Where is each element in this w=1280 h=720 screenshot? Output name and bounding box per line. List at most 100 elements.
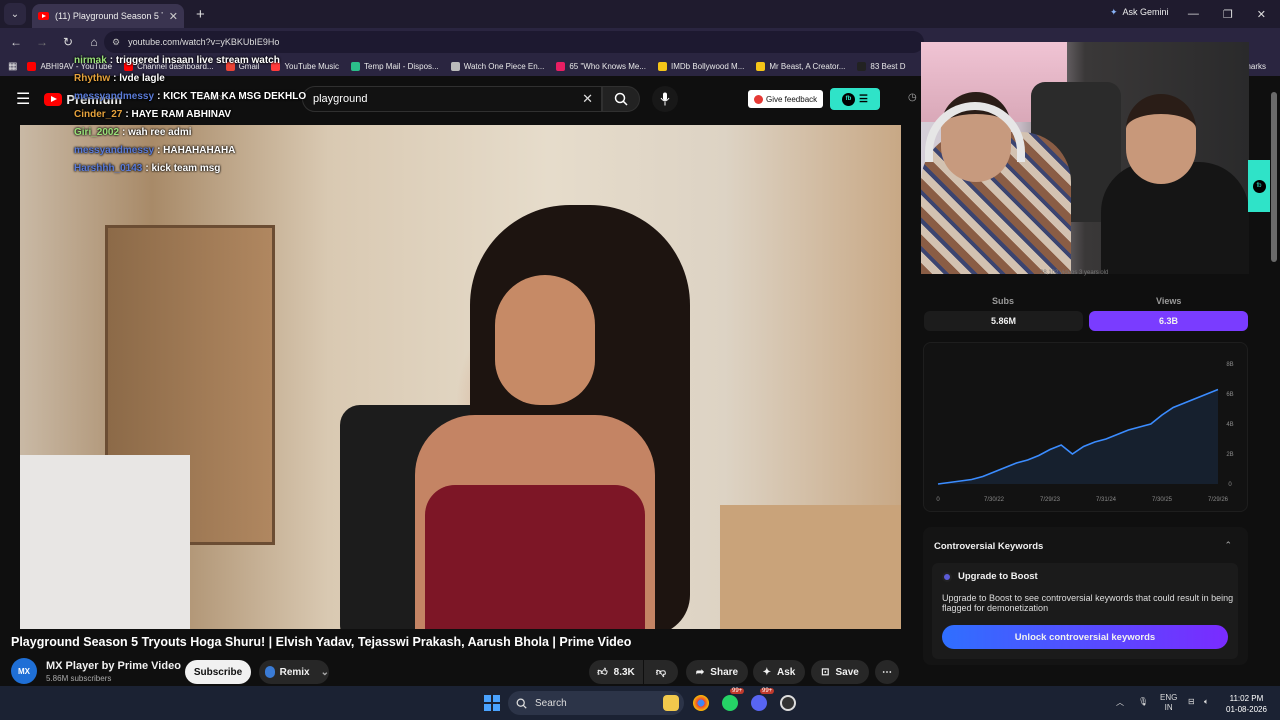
bookmark-favicon-icon	[658, 61, 667, 71]
chat-message: messyandmessy: KICK TEAM KA MSG DEKHLO	[74, 88, 306, 106]
subs-label: Subs	[992, 296, 1015, 306]
chat-message: Rhythw: lvde lagle	[74, 70, 306, 88]
subscribe-button[interactable]: Subscribe	[185, 660, 251, 684]
vidiq-logo-icon: fb	[1252, 179, 1266, 193]
bookmark-item[interactable]: Mr Beast, A Creator...	[756, 61, 846, 71]
forward-button[interactable]: →	[30, 35, 54, 49]
bookmark-item[interactable]: 65 "Who Knows Me...	[556, 61, 646, 71]
search-input[interactable]: playground ✕	[302, 86, 602, 112]
bookmark-item[interactable]: Temp Mail - Dispos...	[351, 61, 439, 71]
chevron-up-icon[interactable]: ⌃	[1224, 540, 1232, 551]
more-actions-button[interactable]: ⋯	[875, 660, 899, 684]
give-feedback-button[interactable]: Give feedback	[748, 90, 824, 108]
bookmark-favicon-icon	[351, 61, 361, 71]
minimize-button[interactable]: —	[1188, 8, 1199, 20]
video-title: Playground Season 5 Tryouts Hoga Shuru! …	[11, 635, 632, 649]
maximize-button[interactable]: ❐	[1223, 8, 1233, 21]
browser-tab[interactable]: (11) Playground Season 5 Tryou ✕	[32, 4, 184, 28]
vidiq-toolbar-button[interactable]: fb ☰	[830, 88, 880, 110]
site-info-icon[interactable]: ⚙	[112, 37, 120, 48]
tab-search-button[interactable]: ⌄	[4, 3, 26, 25]
tab-title: (11) Playground Season 5 Tryou	[55, 11, 163, 21]
ask-label: Ask	[777, 666, 796, 678]
whatsapp-icon[interactable]	[722, 695, 738, 711]
chat-text: : lvde lagle	[113, 73, 165, 84]
remix-button[interactable]: Remix ⌄	[259, 660, 329, 684]
bookmark-item[interactable]: IMDb Bollywood M...	[658, 61, 744, 71]
new-tab-button[interactable]: +	[196, 6, 205, 23]
file-explorer-icon[interactable]	[663, 695, 679, 711]
apps-grid-icon[interactable]: ▦	[8, 61, 17, 72]
search-icon	[516, 698, 527, 709]
network-icon[interactable]: ⊟	[1188, 697, 1195, 706]
share-label: Share	[710, 666, 739, 678]
video-player[interactable]	[20, 125, 901, 629]
clear-search-icon[interactable]: ✕	[582, 91, 593, 107]
page-scrollbar[interactable]	[1270, 80, 1278, 680]
volume-icon[interactable]: 🔈︎	[1204, 697, 1209, 707]
y-tick-label: 6B	[1226, 392, 1233, 398]
thumbs-down-icon: 👎︎	[655, 667, 667, 678]
chevron-down-icon: ⌄	[320, 666, 329, 678]
discord-icon[interactable]	[751, 695, 767, 711]
x-tick-label: 7/29/23	[1040, 497, 1061, 503]
microphone-tray-icon[interactable]: 🎙︎	[1138, 697, 1148, 706]
like-button[interactable]: 👍︎ 8.3K	[589, 660, 643, 684]
channel-meta-caption: 28,102 videos 3 years old	[1040, 270, 1109, 276]
chat-username: Giri_2002	[74, 127, 120, 138]
chat-message: Harshhh_0143: kick team msg	[74, 160, 306, 178]
chrome-icon[interactable]	[693, 695, 709, 711]
video-scene-bed	[20, 455, 190, 629]
bookmark-item[interactable]: 83 Best D	[857, 61, 906, 71]
video-scene-desk	[720, 505, 901, 629]
whatsapp-badge: 99+	[730, 688, 745, 694]
voice-search-button[interactable]	[652, 86, 678, 112]
close-tab-icon[interactable]: ✕	[169, 10, 178, 23]
bookmark-label: Mr Beast, A Creator...	[769, 61, 846, 71]
vidiq-side-button[interactable]: fb	[1248, 160, 1270, 212]
address-bar[interactable]: ⚙ youtube.com/watch?v=yKBKUbIE9Ho	[104, 31, 924, 53]
x-tick-label: 7/31/24	[1096, 497, 1117, 503]
share-button[interactable]: ➦ Share	[686, 660, 748, 684]
channel-name[interactable]: MX Player by Prime Video	[46, 660, 181, 672]
webcam-overlay	[921, 42, 1249, 274]
channel-avatar[interactable]: MX	[11, 658, 37, 684]
url-text: youtube.com/watch?v=yKBKUbIE9Ho	[128, 37, 280, 47]
reload-button[interactable]: ↻	[56, 35, 80, 49]
obs-icon[interactable]	[780, 695, 796, 711]
ask-gemini-button[interactable]: ✦ Ask Gemini	[1110, 7, 1169, 18]
tab-strip: ⌄ (11) Playground Season 5 Tryou ✕ + ✦ A…	[0, 0, 1280, 28]
save-button[interactable]: ⊡ Save	[811, 660, 869, 684]
bookmark-label: 83 Best D	[870, 61, 906, 71]
language-indicator[interactable]: ENG IN	[1160, 693, 1177, 713]
chat-username: Cinder_27	[74, 109, 123, 120]
remix-icon	[265, 666, 275, 678]
bookmark-item[interactable]: Watch One Piece En...	[450, 61, 545, 71]
bookmark-label: Watch One Piece En...	[463, 61, 545, 71]
close-window-button[interactable]: ✕	[1257, 8, 1266, 21]
menu-icon[interactable]: ☰	[16, 89, 30, 109]
chat-message: Giri_2002: wah ree admi	[74, 124, 306, 142]
views-value[interactable]: 6.3B	[1089, 311, 1248, 331]
lang-line2: IN	[1164, 703, 1173, 712]
start-button[interactable]	[484, 695, 500, 711]
search-button[interactable]	[602, 86, 640, 112]
tray-chevron-icon[interactable]: ︿	[1116, 697, 1124, 708]
ask-button[interactable]: ✦ Ask	[753, 660, 805, 684]
views-area	[938, 389, 1218, 484]
upgrade-box: Upgrade to Boost Upgrade to Boost to see…	[932, 563, 1238, 659]
scrollbar-thumb[interactable]	[1271, 92, 1277, 262]
webcam-head-right	[1126, 94, 1196, 184]
unlock-keywords-button[interactable]: Unlock controversial keywords	[942, 625, 1228, 649]
taskbar-search-label: Search	[535, 697, 567, 709]
back-button[interactable]: ←	[4, 35, 28, 49]
home-button[interactable]: ⌂	[82, 35, 106, 49]
history-icon[interactable]: ◷	[908, 92, 917, 103]
clock[interactable]: 11:02 PM 01-08-2026	[1226, 693, 1267, 715]
bookmark-label: Temp Mail - Dispos...	[364, 61, 439, 71]
more-icon: ⋯	[882, 666, 892, 678]
taskbar-search[interactable]: Search	[508, 691, 684, 715]
dislike-button[interactable]: 👎︎	[644, 660, 678, 684]
x-tick-label: 7/29/26	[1208, 497, 1229, 503]
keywords-title: Controversial Keywords	[934, 541, 1044, 552]
